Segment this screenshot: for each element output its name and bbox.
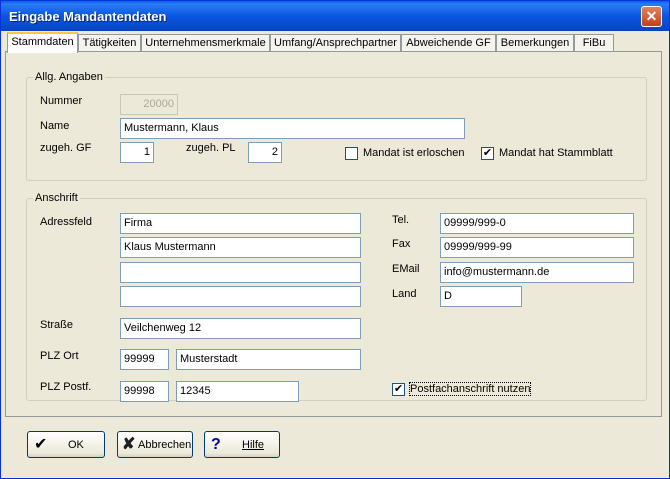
tab-stammdaten[interactable]: Stammdaten [7, 32, 78, 53]
zugeh-pl-field[interactable]: 2 [248, 142, 282, 163]
land-label: Land [392, 288, 417, 300]
checkmark-icon: ✔ [34, 436, 48, 453]
checkmark-icon[interactable]: ✔ [392, 383, 405, 396]
postfach-field[interactable]: 12345 [176, 381, 299, 402]
tab-unternehmensmerkmale[interactable]: Unternehmensmerkmale [141, 34, 270, 52]
ort-field[interactable]: Musterstadt [176, 349, 361, 370]
name-label: Name [40, 120, 70, 132]
button-label: OK [68, 439, 84, 451]
adress-line-3[interactable] [120, 262, 361, 283]
land-field[interactable]: D [440, 286, 522, 307]
title-bar: Eingabe Mandantendaten ✕ [1, 1, 669, 31]
name-field[interactable]: Mustermann, Klaus [120, 118, 465, 139]
tab-taetigkeiten[interactable]: Tätigkeiten [78, 34, 141, 52]
close-button[interactable]: ✕ [641, 6, 662, 27]
postfachanschrift-nutzen-checkbox[interactable]: ✔ Postfachanschrift nutzen [392, 382, 532, 397]
checkbox-label: Mandat hat Stammblatt [499, 147, 613, 159]
tab-label: Umfang/Ansprechpartner [274, 37, 397, 49]
tab-abweichende-gf[interactable]: Abweichende GF [401, 34, 496, 52]
email-field[interactable]: info@mustermann.de [440, 262, 634, 283]
strasse-field[interactable]: Veilchenweg 12 [120, 318, 361, 339]
plz-postf-label: PLZ Postf. [40, 381, 92, 393]
tab-label: Abweichende GF [406, 37, 491, 49]
checkmark-icon[interactable]: ✔ [481, 147, 494, 160]
tab-fibu[interactable]: FiBu [574, 34, 614, 52]
adress-line-1[interactable]: Firma [120, 213, 361, 234]
tab-label: FiBu [582, 37, 606, 49]
button-label: Hilfe [242, 439, 265, 451]
group-label: Allg. Angaben [33, 71, 105, 83]
tab-label: Tätigkeiten [82, 37, 137, 49]
checkbox-label: Mandat ist erloschen [363, 147, 465, 159]
mandat-stammblatt-checkbox[interactable]: ✔ Mandat hat Stammblatt [481, 147, 621, 161]
zugeh-pl-label: zugeh. PL [186, 142, 236, 154]
strasse-label: Straße [40, 319, 74, 331]
tel-field[interactable]: 09999/999-0 [440, 213, 634, 234]
checkbox-label: Postfachanschrift nutzen [408, 382, 532, 396]
plz-postfach-field[interactable]: 99998 [120, 381, 169, 402]
tab-panel-stammdaten: Allg. Angaben Nummer 20000 Name Musterma… [5, 52, 662, 417]
plz-ort-label: PLZ Ort [40, 350, 79, 362]
tab-umfang-ansprechpartner[interactable]: Umfang/Ansprechpartner [270, 34, 401, 52]
hilfe-button[interactable]: ? Hilfe [204, 431, 280, 458]
nummer-label: Nummer [40, 95, 83, 107]
zugeh-gf-field[interactable]: 1 [120, 142, 154, 163]
adressfeld-label: Adressfeld [40, 216, 92, 228]
dialog-window: Eingabe Mandantendaten ✕ Stammdaten Täti… [0, 0, 670, 479]
x-icon: ✘ [122, 436, 136, 453]
mandat-erloschen-checkbox[interactable]: Mandat ist erloschen [345, 147, 475, 161]
plz-field[interactable]: 99999 [120, 349, 169, 370]
email-label: EMail [392, 263, 420, 275]
abbrechen-button[interactable]: ✘ Abbrechen [117, 431, 193, 458]
window-title: Eingabe Mandantendaten [9, 9, 167, 24]
tab-label: Unternehmensmerkmale [145, 37, 266, 49]
tab-label: Stammdaten [11, 36, 74, 48]
tab-bemerkungen[interactable]: Bemerkungen [496, 34, 574, 52]
button-label: Abbrechen [138, 439, 192, 451]
nummer-field: 20000 [120, 94, 178, 115]
tel-label: Tel. [392, 214, 410, 226]
checkbox-box[interactable] [345, 147, 358, 160]
zugeh-gf-label: zugeh. GF [40, 142, 92, 154]
group-label: Anschrift [33, 192, 80, 204]
adress-line-4[interactable] [120, 286, 361, 307]
adress-line-2[interactable]: Klaus Mustermann [120, 237, 361, 258]
fax-field[interactable]: 09999/999-99 [440, 237, 634, 258]
question-icon: ? [211, 436, 221, 453]
tab-label: Bemerkungen [500, 37, 570, 49]
ok-button[interactable]: ✔ OK [27, 431, 105, 458]
fax-label: Fax [392, 238, 411, 250]
